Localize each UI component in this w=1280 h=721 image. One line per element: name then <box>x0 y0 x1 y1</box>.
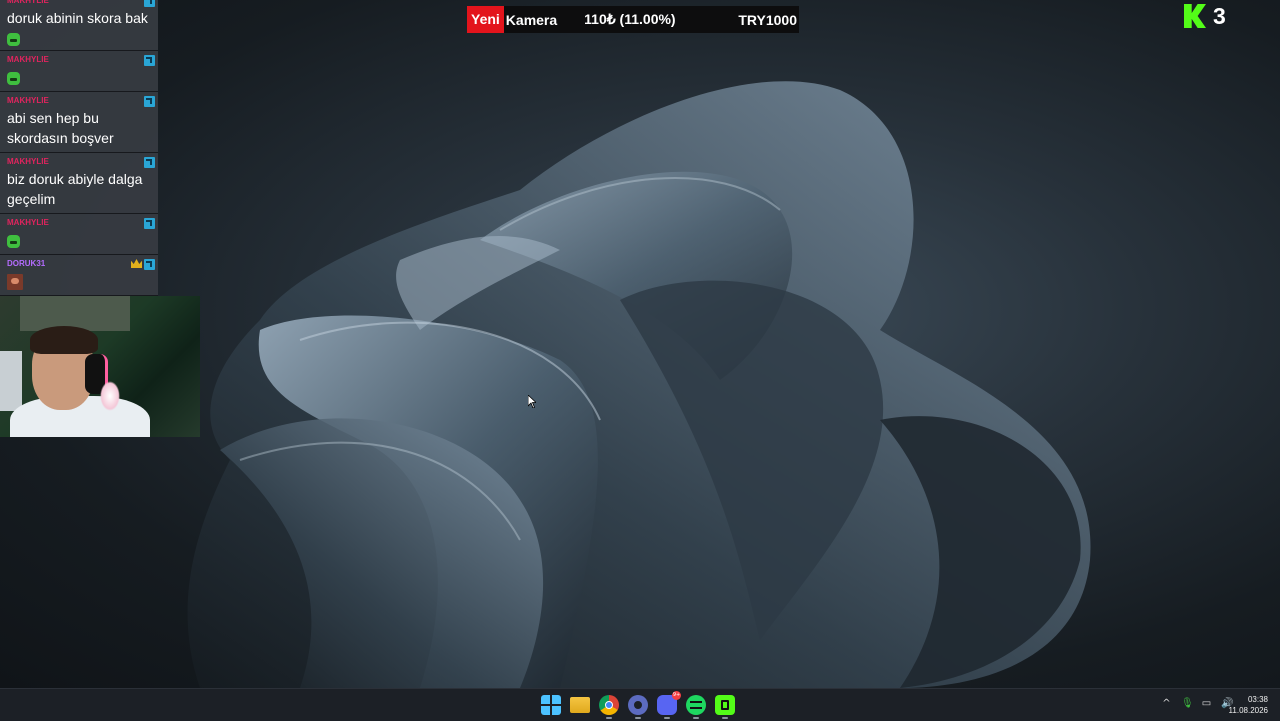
kick-logo: 3 <box>1184 3 1226 29</box>
kick-k-icon <box>1184 4 1206 28</box>
goal-target: TRY1000 <box>738 11 797 28</box>
chat-text: abi sen hep bu skordasın boşver <box>7 110 114 146</box>
tray-chevron-up-icon[interactable]: ^ <box>1161 698 1172 710</box>
kick-icon[interactable] <box>715 695 735 719</box>
green-emote-icon <box>7 71 20 85</box>
settings-icon[interactable] <box>628 695 648 719</box>
taskbar-clock[interactable]: 03:38 11.08.2026 <box>1229 694 1268 716</box>
donation-goal-bar: Yeni Kamera 110₺ (11.00%) TRY1000 <box>467 6 799 33</box>
chat-username: MAKHYLIE <box>7 0 49 5</box>
chat-text: biz doruk abiyle dalga geçelim <box>7 171 143 207</box>
green-emote-icon <box>7 234 20 248</box>
kick-logo-number: 3 <box>1213 2 1226 29</box>
clock-date: 11.08.2026 <box>1228 706 1268 715</box>
chat-message: MAKHYLIE <box>0 214 158 255</box>
chat-username: MAKHYLIE <box>7 218 49 227</box>
file-explorer-icon[interactable] <box>570 697 590 713</box>
green-emote-icon <box>7 32 20 46</box>
badge-icon <box>144 157 155 168</box>
badge-icon <box>144 0 155 7</box>
badge-icon <box>144 96 155 107</box>
spotify-icon[interactable] <box>686 695 706 719</box>
discord-icon[interactable]: 9+ <box>657 691 681 719</box>
chat-message: DORUK31 <box>0 255 158 296</box>
webcam-overlay <box>0 296 200 437</box>
chat-username: MAKHYLIE <box>7 157 49 166</box>
chat-message: MAKHYLIE biz doruk abiyle dalga geçelim <box>0 153 158 214</box>
chat-message: MAKHYLIE <box>0 51 158 92</box>
goal-amount: 110₺ (11.00%) <box>584 11 676 27</box>
taskbar-apps: 9+ <box>541 691 735 719</box>
goal-label-camera: Kamera <box>505 11 558 28</box>
taskbar: 9+ ^ 🎙 ▭ 🔊 03:38 11.08.2026 <box>0 688 1280 721</box>
picture-emote-icon <box>7 274 23 291</box>
goal-label-new: Yeni <box>467 6 504 33</box>
microphone-icon[interactable]: 🎙 <box>1181 698 1194 710</box>
badge-icon <box>144 218 155 229</box>
chat-username: DORUK31 <box>7 259 46 268</box>
chrome-icon[interactable] <box>599 695 619 719</box>
badge-icon <box>144 55 155 66</box>
chat-username: MAKHYLIE <box>7 55 49 64</box>
mouse-cursor-icon <box>528 395 536 408</box>
chat-username: MAKHYLIE <box>7 96 49 105</box>
windows-start-icon[interactable] <box>541 695 561 715</box>
system-tray: ^ 🎙 ▭ 🔊 <box>1161 698 1233 710</box>
chat-message: MAKHYLIE doruk abinin skora bak <box>0 0 158 51</box>
chat-overlay: MAKHYLIE doruk abinin skora bak MAKHYLIE… <box>0 0 158 296</box>
chat-text: doruk abinin skora bak <box>7 10 148 26</box>
display-icon[interactable]: ▭ <box>1201 698 1212 710</box>
clock-time: 03:38 <box>1247 695 1268 704</box>
chat-message: MAKHYLIE abi sen hep bu skordasın boşver <box>0 92 158 153</box>
discord-notification-badge: 9+ <box>672 691 681 700</box>
badge-icon <box>144 259 155 270</box>
